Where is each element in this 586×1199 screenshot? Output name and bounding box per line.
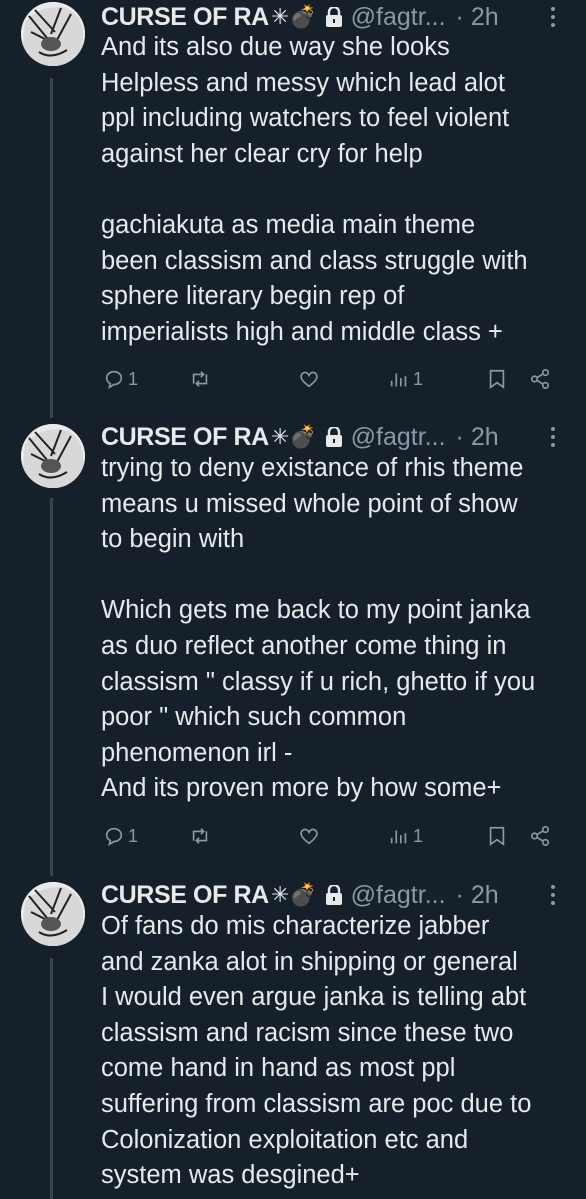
tweet[interactable]: CURSE OF RA ✳💣 @fagtr... · 2h Of fans do… [0,878,586,1199]
avatar[interactable] [21,424,85,488]
share-icon [530,826,550,846]
retweet-button[interactable] [189,363,211,395]
user-handle[interactable]: @fagtr... [351,423,446,452]
name-emoji: ✳💣 [270,4,317,29]
bookmark-icon [489,369,505,389]
lock-icon [325,885,343,905]
views-icon [390,373,407,387]
like-icon [300,371,318,388]
views-count: 1 [413,368,424,389]
display-name[interactable]: CURSE OF RA [101,423,269,452]
user-handle[interactable]: @fagtr... [351,3,446,32]
avatar[interactable] [21,882,85,946]
reply-button[interactable]: 1 [103,363,138,395]
reply-icon [105,827,123,846]
like-button[interactable] [298,363,320,395]
name-emoji: ✳💣 [270,424,317,449]
timestamp[interactable]: · 2h [456,881,499,910]
name-emoji: ✳💣 [270,882,317,907]
reply-icon [105,370,123,389]
lock-icon [325,7,343,27]
bookmark-icon [489,826,505,846]
reply-count: 1 [128,368,139,389]
share-button[interactable] [529,820,551,852]
retweet-button[interactable] [189,820,211,852]
reply-count: 1 [128,825,139,846]
tweet-text: And its also due way she looks Helpless … [101,33,528,346]
like-button[interactable] [298,820,320,852]
tweet-header: CURSE OF RA ✳💣 @fagtr... · 2h [101,0,499,34]
tweet[interactable]: CURSE OF RA ✳💣 @fagtr... · 2h And its al… [0,0,586,410]
tweet-header: CURSE OF RA ✳💣 @fagtr... · 2h [101,420,499,454]
more-options-icon[interactable] [543,2,563,32]
tweet-text: trying to deny existance of rhis theme m… [101,454,536,803]
share-button[interactable] [529,363,551,395]
more-options-icon[interactable] [543,880,563,910]
views-count: 1 [413,825,424,846]
tweet-actions: 1 1 [101,820,561,852]
display-name[interactable]: CURSE OF RA [101,881,269,910]
share-icon [530,369,550,389]
timestamp[interactable]: · 2h [456,3,499,32]
more-options-icon[interactable] [543,422,563,452]
timestamp[interactable]: · 2h [456,423,499,452]
reply-button[interactable]: 1 [103,820,138,852]
views-icon [390,830,407,844]
views-button[interactable]: 1 [388,820,423,852]
retweet-icon [192,371,208,387]
like-icon [300,828,318,845]
display-name[interactable]: CURSE OF RA [101,3,269,32]
views-button[interactable]: 1 [388,363,423,395]
bookmark-button[interactable] [486,820,508,852]
retweet-icon [192,828,208,844]
avatar[interactable] [21,2,85,66]
tweet[interactable]: CURSE OF RA ✳💣 @fagtr... · 2h trying to … [0,420,586,875]
user-handle[interactable]: @fagtr... [351,881,446,910]
tweet-header: CURSE OF RA ✳💣 @fagtr... · 2h [101,878,499,912]
tweet-actions: 1 1 [101,363,561,395]
lock-icon [325,427,343,447]
bookmark-button[interactable] [486,363,508,395]
tweet-text: Of fans do mis characterize jabber and z… [101,912,532,1190]
